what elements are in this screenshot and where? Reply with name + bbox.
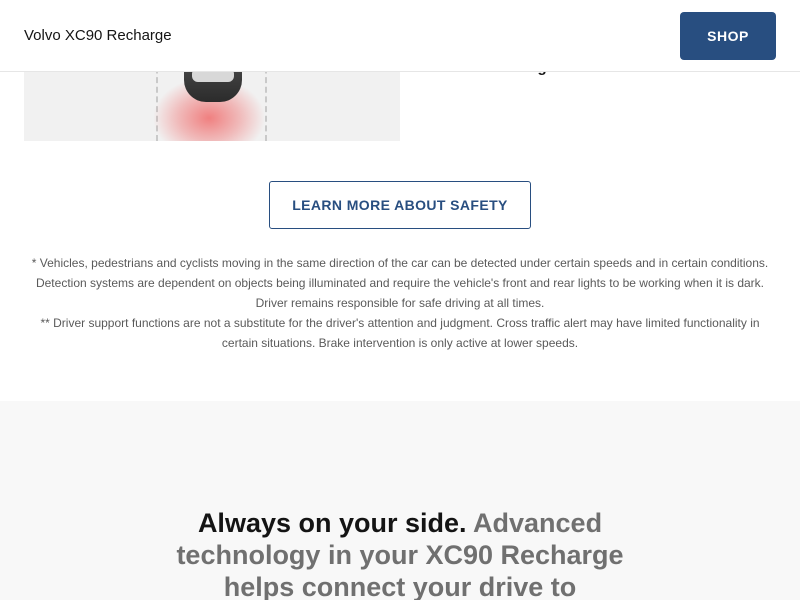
feature-section: Always on your side. Advanced technology…	[0, 401, 800, 600]
disclaimer-detection: * Vehicles, pedestrians and cyclists mov…	[31, 256, 769, 310]
learn-more-safety-button[interactable]: LEARN MORE ABOUT SAFETY	[269, 181, 531, 229]
shop-button[interactable]: SHOP	[680, 11, 776, 60]
disclaimer-block: * Vehicles, pedestrians and cyclists mov…	[24, 253, 776, 353]
model-title: Volvo XC90 Recharge	[24, 27, 172, 44]
feature-headline: Always on your side. Advanced technology…	[160, 507, 640, 600]
sticky-header: Volvo XC90 Recharge SHOP	[0, 0, 800, 72]
headline-lead: Always on your side.	[197, 508, 467, 538]
disclaimer-driver-support: ** Driver support functions are not a su…	[40, 316, 760, 350]
